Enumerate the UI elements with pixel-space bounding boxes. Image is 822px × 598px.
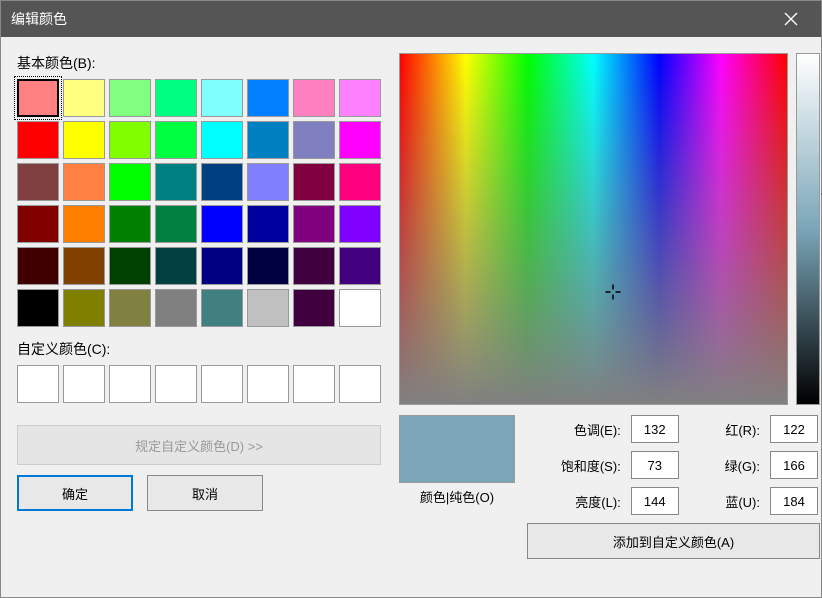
- custom-swatch[interactable]: [339, 365, 381, 403]
- basic-swatch[interactable]: [247, 247, 289, 285]
- preview-label: 颜色|纯色(O): [399, 487, 515, 506]
- custom-swatch[interactable]: [109, 365, 151, 403]
- add-custom-button[interactable]: 添加到自定义颜色(A): [527, 523, 820, 559]
- basic-swatch[interactable]: [339, 205, 381, 243]
- basic-swatch[interactable]: [339, 163, 381, 201]
- custom-swatch[interactable]: [201, 365, 243, 403]
- sat-input[interactable]: [631, 451, 679, 479]
- basic-swatch[interactable]: [293, 247, 335, 285]
- lum-input[interactable]: [631, 487, 679, 515]
- basic-swatch[interactable]: [201, 121, 243, 159]
- basic-swatch[interactable]: [17, 205, 59, 243]
- basic-swatch[interactable]: [155, 163, 197, 201]
- custom-swatch[interactable]: [293, 365, 335, 403]
- basic-swatch[interactable]: [109, 289, 151, 327]
- left-panel: 基本颜色(B): 自定义颜色(C): 规定自定义颜色(D) >> 确定 取消: [17, 53, 381, 581]
- basic-swatch[interactable]: [201, 289, 243, 327]
- basic-swatch[interactable]: [63, 121, 105, 159]
- basic-swatch[interactable]: [201, 79, 243, 117]
- basic-swatch[interactable]: [155, 205, 197, 243]
- basic-swatch[interactable]: [247, 79, 289, 117]
- basic-swatch[interactable]: [63, 79, 105, 117]
- basic-swatch[interactable]: [109, 247, 151, 285]
- preview-column: 颜色|纯色(O): [399, 415, 515, 559]
- ok-button[interactable]: 确定: [17, 475, 133, 511]
- basic-swatch[interactable]: [17, 121, 59, 159]
- color-details: 颜色|纯色(O) 色调(E): 红(R): 饱和度(S): 绿(G): 亮度(L…: [399, 415, 820, 559]
- dialog-content: 基本颜色(B): 自定义颜色(C): 规定自定义颜色(D) >> 确定 取消: [1, 37, 821, 597]
- hue-input[interactable]: [631, 415, 679, 443]
- basic-swatch[interactable]: [201, 163, 243, 201]
- right-panel: 颜色|纯色(O) 色调(E): 红(R): 饱和度(S): 绿(G): 亮度(L…: [399, 53, 820, 581]
- color-dialog: 编辑颜色 基本颜色(B): 自定义颜色(C): 规定自定义颜色(D) >> 确定…: [0, 0, 822, 598]
- basic-swatch[interactable]: [201, 205, 243, 243]
- basic-colors-grid: [17, 79, 381, 327]
- basic-swatch[interactable]: [293, 79, 335, 117]
- basic-swatch[interactable]: [247, 121, 289, 159]
- red-label: 红(R):: [691, 420, 760, 439]
- custom-swatch[interactable]: [63, 365, 105, 403]
- basic-swatch[interactable]: [339, 247, 381, 285]
- gradient-area: [399, 53, 820, 405]
- basic-swatch[interactable]: [339, 79, 381, 117]
- titlebar: 编辑颜色: [1, 1, 821, 37]
- color-inputs: 色调(E): 红(R): 饱和度(S): 绿(G): 亮度(L): 蓝(U):: [527, 415, 820, 515]
- basic-swatch[interactable]: [247, 289, 289, 327]
- blue-input[interactable]: [770, 487, 818, 515]
- green-label: 绿(G):: [691, 456, 760, 475]
- dialog-buttons: 确定 取消: [17, 475, 381, 511]
- hue-sat-picker[interactable]: [399, 53, 788, 405]
- basic-swatch[interactable]: [109, 79, 151, 117]
- close-icon: [784, 12, 798, 26]
- basic-swatch[interactable]: [17, 289, 59, 327]
- basic-swatch[interactable]: [293, 121, 335, 159]
- basic-swatch[interactable]: [109, 163, 151, 201]
- basic-swatch[interactable]: [339, 289, 381, 327]
- basic-swatch[interactable]: [17, 247, 59, 285]
- basic-swatch[interactable]: [201, 247, 243, 285]
- basic-swatch[interactable]: [339, 121, 381, 159]
- basic-swatch[interactable]: [63, 289, 105, 327]
- basic-swatch[interactable]: [247, 205, 289, 243]
- basic-swatch[interactable]: [109, 205, 151, 243]
- custom-swatch[interactable]: [155, 365, 197, 403]
- basic-swatch[interactable]: [17, 163, 59, 201]
- sat-label: 饱和度(S):: [527, 456, 621, 475]
- custom-colors-grid: [17, 365, 381, 403]
- hue-label: 色调(E):: [527, 420, 621, 439]
- basic-swatch[interactable]: [293, 163, 335, 201]
- red-input[interactable]: [770, 415, 818, 443]
- color-preview: [399, 415, 515, 483]
- luminosity-slider[interactable]: [796, 53, 820, 405]
- basic-swatch[interactable]: [247, 163, 289, 201]
- custom-swatch[interactable]: [17, 365, 59, 403]
- blue-label: 蓝(U):: [691, 492, 760, 511]
- lum-label: 亮度(L):: [527, 492, 621, 511]
- cancel-button[interactable]: 取消: [147, 475, 263, 511]
- basic-swatch[interactable]: [155, 247, 197, 285]
- basic-swatch[interactable]: [155, 289, 197, 327]
- basic-swatch[interactable]: [63, 163, 105, 201]
- define-custom-button: 规定自定义颜色(D) >>: [17, 425, 381, 465]
- basic-swatch[interactable]: [63, 205, 105, 243]
- custom-colors-label: 自定义颜色(C):: [17, 339, 381, 359]
- basic-swatch[interactable]: [293, 289, 335, 327]
- basic-swatch[interactable]: [155, 121, 197, 159]
- close-button[interactable]: [771, 1, 811, 37]
- crosshair-icon: [605, 285, 620, 300]
- basic-swatch[interactable]: [293, 205, 335, 243]
- basic-swatch[interactable]: [17, 79, 59, 117]
- basic-swatch[interactable]: [155, 79, 197, 117]
- basic-colors-label: 基本颜色(B):: [17, 53, 381, 73]
- green-input[interactable]: [770, 451, 818, 479]
- custom-swatch[interactable]: [247, 365, 289, 403]
- basic-swatch[interactable]: [63, 247, 105, 285]
- basic-swatch[interactable]: [109, 121, 151, 159]
- window-title: 编辑颜色: [11, 9, 771, 29]
